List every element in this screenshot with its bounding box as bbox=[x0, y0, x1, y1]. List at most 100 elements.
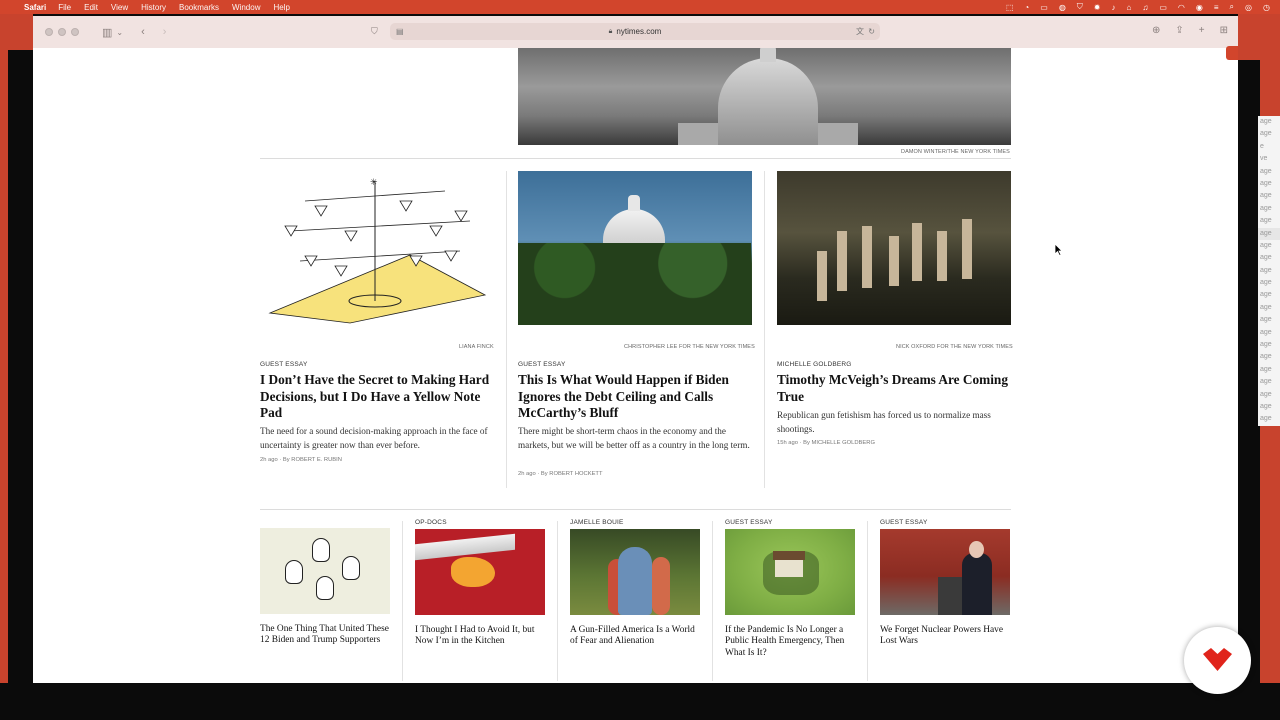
close-window-button[interactable] bbox=[45, 28, 53, 36]
article-kicker[interactable]: GUEST ESSAY bbox=[518, 361, 565, 368]
small-article-kicker[interactable]: OP-DOCS bbox=[415, 519, 447, 526]
background-list-line: age bbox=[1260, 266, 1272, 274]
siri-icon[interactable]: ◎ bbox=[1245, 3, 1252, 12]
red-tab-edge bbox=[1226, 46, 1238, 60]
shield-status-icon[interactable]: ⛉ bbox=[1077, 2, 1083, 12]
user-icon[interactable]: ◉ bbox=[1196, 3, 1203, 12]
article-byline: By ROBERT HOCKETT bbox=[540, 471, 603, 477]
small-article-image-embrace[interactable] bbox=[570, 529, 700, 615]
url-text[interactable]: nytimes.com bbox=[616, 27, 661, 36]
column-divider bbox=[402, 521, 403, 681]
screen-record-icon[interactable]: ⬚ bbox=[1006, 3, 1014, 12]
small-article-image-podium[interactable] bbox=[880, 529, 1010, 615]
bell-icon[interactable]: ♪ bbox=[1112, 3, 1116, 12]
small-article-kicker[interactable]: GUEST ESSAY bbox=[880, 519, 927, 526]
address-bar[interactable]: ▤ 🔒︎ nytimes.com 文 ↻ bbox=[390, 23, 880, 40]
column-divider bbox=[867, 521, 868, 681]
back-button-icon[interactable]: ‹ bbox=[141, 26, 145, 38]
status-icons: ⬚ ◔ ▭ ◍ ⛉ ✹ ♪ ⌂ ♫ ▭ ◠ ◉ ≡ ⌕ ◎ ◷ bbox=[995, 2, 1270, 12]
article-kicker[interactable]: MICHELLE GOLDBERG bbox=[777, 361, 852, 368]
flame-icon[interactable]: ✹ bbox=[1094, 3, 1101, 12]
background-list-line: e bbox=[1260, 142, 1264, 150]
article-summary[interactable]: The need for a sound decision-making app… bbox=[260, 425, 494, 452]
translate-icon[interactable]: 文 bbox=[856, 26, 864, 37]
menu-file[interactable]: File bbox=[58, 3, 71, 12]
background-list-line: age bbox=[1260, 279, 1272, 287]
volume-icon[interactable]: ♫ bbox=[1142, 3, 1148, 12]
hero-image-capitol[interactable] bbox=[518, 48, 1011, 145]
chevron-down-icon[interactable]: ⌄ bbox=[116, 28, 123, 37]
article-image-memorial[interactable] bbox=[777, 171, 1011, 325]
small-article-title[interactable]: The One Thing That United These 12 Biden… bbox=[260, 624, 390, 647]
sidebar-toggle-icon[interactable]: ▥ bbox=[102, 26, 112, 39]
menu-app-name[interactable]: Safari bbox=[24, 3, 46, 12]
menu-window[interactable]: Window bbox=[232, 3, 260, 12]
minimize-window-button[interactable] bbox=[58, 28, 66, 36]
article-kicker[interactable]: GUEST ESSAY bbox=[260, 361, 307, 368]
menu-history[interactable]: History bbox=[141, 3, 166, 12]
column-divider bbox=[764, 171, 765, 488]
article-meta: 15h ago · By MICHELLE GOLDBERG bbox=[777, 440, 875, 446]
article-card-mcveigh[interactable] bbox=[777, 171, 1011, 325]
small-article-image-house[interactable] bbox=[725, 529, 855, 615]
background-list-line: age bbox=[1260, 303, 1272, 311]
reload-icon[interactable]: ↻ bbox=[868, 27, 875, 36]
floating-app-bubble[interactable] bbox=[1184, 627, 1251, 694]
menu-edit[interactable]: Edit bbox=[84, 3, 98, 12]
small-article-image-knife[interactable] bbox=[415, 529, 545, 615]
article-headline[interactable]: I Don’t Have the Secret to Making Hard D… bbox=[260, 372, 496, 422]
column-divider bbox=[712, 521, 713, 681]
article-headline[interactable]: Timothy McVeigh’s Dreams Are Coming True bbox=[777, 372, 1013, 405]
menu-bookmarks[interactable]: Bookmarks bbox=[179, 3, 219, 12]
background-list-line: age bbox=[1260, 167, 1272, 175]
article-summary[interactable]: Republican gun fetishism has forced us t… bbox=[777, 409, 1013, 436]
background-list-line: age bbox=[1260, 415, 1272, 423]
spotlight-icon[interactable]: ⌕ bbox=[1230, 2, 1234, 12]
background-list-line: age bbox=[1260, 402, 1272, 410]
menu-help[interactable]: Help bbox=[273, 3, 289, 12]
safari-toolbar: ▥ ⌄ ‹ › ⛉ ▤ 🔒︎ nytimes.com 文 ↻ ⊕ ⇪ + ⊞ bbox=[33, 16, 1238, 48]
downloads-icon[interactable]: ⊕ bbox=[1152, 25, 1160, 36]
small-article-title[interactable]: I Thought I Had to Avoid It, but Now I’m… bbox=[415, 625, 549, 648]
clock-icon[interactable]: ◷ bbox=[1263, 3, 1270, 12]
background-list-line: age bbox=[1260, 204, 1272, 212]
page-icon[interactable]: ▤ bbox=[396, 27, 404, 36]
mouse-cursor-icon bbox=[1054, 243, 1063, 256]
home-icon[interactable]: ⌂ bbox=[1127, 3, 1132, 12]
small-article-kicker[interactable]: GUEST ESSAY bbox=[725, 519, 772, 526]
lock-icon: 🔒︎ bbox=[608, 27, 613, 35]
background-list-line: age bbox=[1260, 316, 1272, 324]
small-article-title[interactable]: A Gun-Filled America Is a World of Fear … bbox=[570, 625, 704, 648]
article-summary[interactable]: There might be short-term chaos in the e… bbox=[518, 425, 754, 452]
article-headline[interactable]: This Is What Would Happen if Biden Ignor… bbox=[518, 372, 754, 422]
privacy-shield-icon[interactable]: ⛉ bbox=[371, 26, 378, 37]
display-icon[interactable]: ▭ bbox=[1040, 3, 1048, 12]
background-list-line: age bbox=[1258, 227, 1280, 240]
new-tab-icon[interactable]: + bbox=[1199, 25, 1205, 36]
article-meta: 2h ago · By ROBERT E. RUBIN bbox=[260, 457, 342, 463]
article-image-scales[interactable]: ✳ bbox=[260, 171, 493, 325]
extension-icon[interactable]: ◍ bbox=[1059, 3, 1066, 12]
menu-view[interactable]: View bbox=[111, 3, 128, 12]
small-article-image-faces[interactable] bbox=[260, 528, 390, 614]
article-card-debt-ceiling[interactable] bbox=[518, 171, 752, 325]
background-window-right bbox=[1238, 60, 1260, 700]
zoom-window-button[interactable] bbox=[71, 28, 79, 36]
small-article-title[interactable]: If the Pandemic Is No Longer a Public He… bbox=[725, 625, 859, 659]
small-article-kicker[interactable]: JAMELLE BOUIE bbox=[570, 519, 624, 526]
column-divider bbox=[506, 171, 507, 488]
tab-overview-icon[interactable]: ⊞ bbox=[1220, 25, 1228, 36]
share-icon[interactable]: ⇪ bbox=[1175, 25, 1183, 36]
article-time: 15h ago bbox=[777, 440, 798, 446]
article-meta: 2h ago · By ROBERT HOCKETT bbox=[518, 471, 603, 477]
background-list-line: age bbox=[1260, 254, 1272, 262]
background-list-line: age bbox=[1260, 217, 1272, 225]
background-window-list: age age e ve age age age age age age age age age age a… bbox=[1258, 116, 1280, 426]
wifi-icon[interactable]: ◠ bbox=[1178, 3, 1185, 12]
forward-button-icon[interactable]: › bbox=[163, 26, 167, 38]
sync-icon[interactable]: ◔ bbox=[1024, 3, 1029, 12]
control-center-icon[interactable]: ≡ bbox=[1214, 3, 1219, 12]
battery-icon[interactable]: ▭ bbox=[1159, 3, 1167, 12]
article-image-capitol[interactable] bbox=[518, 171, 752, 325]
small-article-title[interactable]: We Forget Nuclear Powers Have Lost Wars bbox=[880, 625, 1014, 648]
